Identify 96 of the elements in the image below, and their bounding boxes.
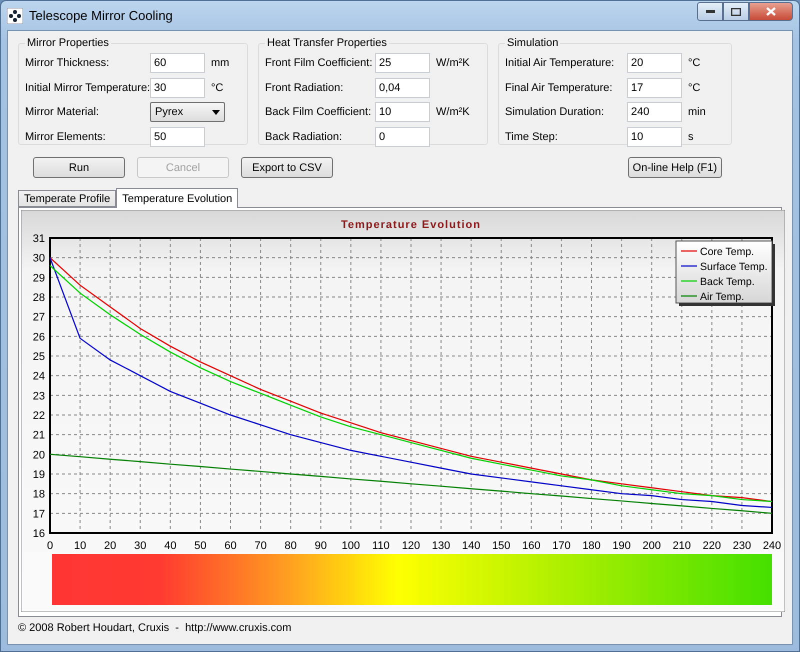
app-icon	[7, 8, 23, 24]
group-title: Simulation	[506, 37, 560, 49]
group-title: Mirror Properties	[26, 37, 110, 49]
axis-tick-label: 70	[254, 540, 267, 552]
action-button[interactable]: Run	[33, 157, 125, 178]
field-label: Time Step:	[505, 130, 559, 143]
group-title: Heat Transfer Properties	[266, 37, 388, 49]
field-label: Back Film Coefficient:	[265, 106, 372, 118]
maximize-icon	[731, 8, 741, 16]
axis-tick-label: 160	[522, 540, 541, 552]
input-field[interactable]: 0	[375, 126, 430, 147]
legend-label: Back Temp.	[700, 276, 755, 288]
input-field[interactable]: 60	[150, 53, 205, 74]
axis-tick-label: 24	[32, 370, 45, 383]
axis-tick-label: 120	[402, 540, 420, 552]
unit-label: min	[688, 106, 706, 118]
axis-tick-label: 100	[342, 540, 360, 552]
unit-label: °C	[688, 82, 700, 94]
axis-tick-label: 90	[314, 540, 327, 552]
maximize-button[interactable]	[723, 2, 749, 21]
input-field[interactable]: 50	[150, 126, 205, 147]
axis-tick-label: 40	[164, 540, 176, 552]
axis-tick-label: 220	[702, 540, 722, 552]
axis-tick-label: 31	[32, 233, 45, 245]
axis-tick-label: 30	[134, 540, 146, 552]
axis-tick-label: 27	[32, 312, 45, 324]
chart-title: Temperature Evolution	[341, 219, 481, 231]
minimize-icon	[706, 10, 714, 13]
action-button[interactable]: Export to CSV	[241, 157, 333, 178]
axis-tick-label: 210	[672, 540, 691, 552]
axis-tick-label: 180	[582, 540, 601, 552]
axis-tick-label: 19	[32, 469, 45, 481]
input-field[interactable]: 240	[627, 102, 682, 122]
material-dropdown[interactable]: Pyrex	[150, 102, 225, 122]
axis-tick-label: 21	[32, 430, 45, 442]
axis-tick-label: 20	[32, 449, 45, 462]
field-label: Mirror Elements:	[25, 130, 107, 143]
axis-tick-label: 80	[284, 540, 297, 552]
unit-label: W/m²K	[436, 57, 470, 70]
help-button[interactable]: On-line Help (F1)	[628, 157, 722, 178]
axis-tick-label: 26	[32, 331, 45, 344]
axis-tick-label: 60	[224, 540, 237, 552]
axis-tick-label: 10	[74, 540, 86, 552]
tab[interactable]: Temperate Profile	[18, 190, 116, 207]
field-label: Initial Mirror Temperature:	[25, 82, 150, 94]
input-field[interactable]: 10	[627, 126, 682, 147]
field-label: Mirror Thickness:	[25, 57, 110, 70]
unit-label: °C	[688, 57, 700, 70]
axis-tick-label: 29	[32, 272, 45, 284]
input-field[interactable]: 30	[150, 78, 205, 98]
legend-label: Air Temp.	[700, 291, 744, 303]
window-title: Telescope Mirror Cooling	[29, 8, 173, 23]
axis-tick-label: 16	[32, 528, 45, 540]
axis-tick-label: 23	[32, 390, 45, 402]
field-label: Simulation Duration:	[505, 106, 606, 118]
axis-tick-label: 200	[642, 540, 661, 552]
unit-label: s	[688, 130, 694, 143]
axis-tick-label: 20	[104, 540, 116, 552]
axis-tick-label: 50	[194, 540, 207, 552]
axis-tick-label: 17	[32, 508, 45, 520]
tab[interactable]: Temperature Evolution	[116, 188, 238, 208]
field-label: Front Radiation:	[265, 82, 344, 94]
input-field[interactable]: 25	[375, 53, 430, 74]
axis-tick-label: 25	[32, 351, 45, 363]
caret-icon	[212, 110, 220, 115]
axis-tick-label: 230	[732, 540, 752, 552]
close-button[interactable]	[749, 2, 793, 21]
unit-label: mm	[211, 57, 230, 70]
field-label: Mirror Material:	[25, 106, 100, 118]
field-label: Final Air Temperature:	[505, 82, 614, 94]
axis-tick-label: 0	[46, 540, 54, 552]
unit-label: °C	[211, 82, 224, 94]
axis-tick-label: 18	[32, 488, 45, 501]
axis-tick-label: 30	[32, 252, 45, 265]
axis-tick-label: 140	[462, 540, 480, 552]
axis-tick-label: 240	[762, 540, 782, 552]
input-field[interactable]: 17	[627, 78, 682, 98]
minimize-button[interactable]	[697, 2, 723, 21]
copyright-text: © 2008 Robert Houdart, Cruxis - http://www.cruxis.com	[18, 622, 292, 634]
axis-tick-label: 28	[32, 292, 45, 304]
close-icon	[766, 7, 776, 16]
axis-tick-label: 190	[612, 540, 631, 552]
axis-tick-label: 110	[372, 540, 390, 552]
field-label: Back Radiation:	[265, 130, 344, 143]
input-field[interactable]: 10	[375, 102, 430, 122]
axis-tick-label: 130	[432, 540, 450, 552]
field-label: Initial Air Temperature:	[505, 57, 616, 70]
legend-label: Surface Temp.	[700, 261, 768, 273]
axis-tick-label: 170	[552, 540, 571, 552]
legend-label: Core Temp.	[700, 246, 754, 258]
input-field[interactable]: 20	[627, 53, 682, 74]
field-label: Front Film Coefficient:	[265, 57, 374, 70]
axis-tick-label: 150	[492, 540, 510, 552]
input-field[interactable]: 0,04	[375, 78, 430, 98]
axis-tick-label: 22	[32, 410, 45, 422]
unit-label: W/m²K	[436, 106, 470, 118]
